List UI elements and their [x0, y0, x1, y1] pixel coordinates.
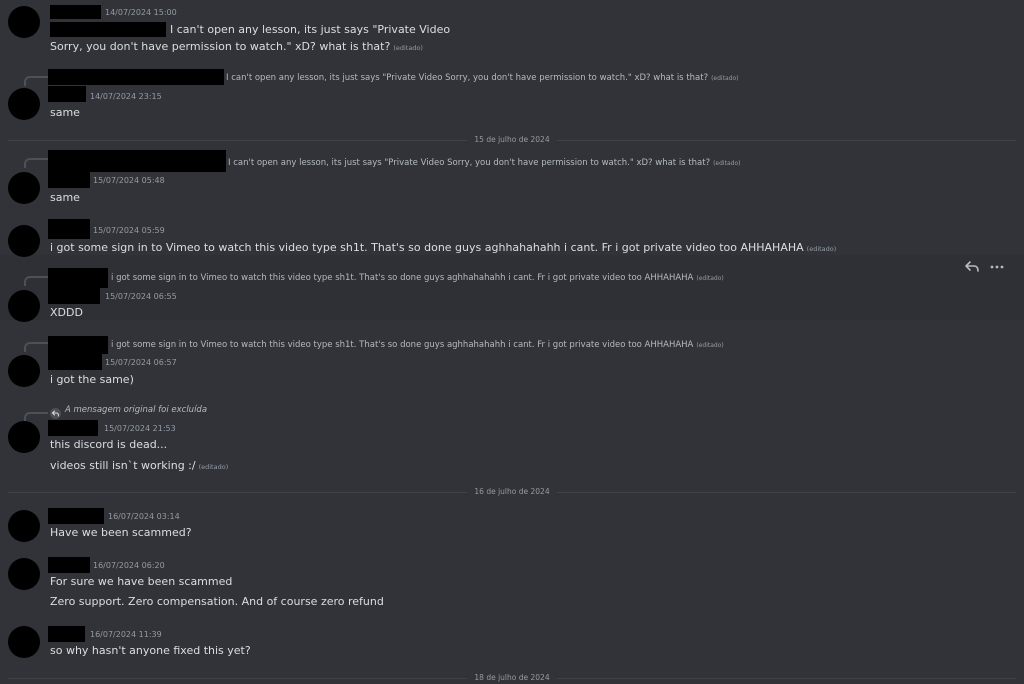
- edited-tag: (editado): [198, 463, 229, 471]
- redacted-username[interactable]: [48, 172, 90, 188]
- reply-preview[interactable]: i got some sign in to Vimeo to watch thi…: [111, 273, 724, 283]
- avatar[interactable]: [8, 6, 40, 38]
- redacted-username[interactable]: [50, 5, 101, 19]
- edited-tag: (editado): [696, 275, 724, 282]
- reply-spine: [24, 76, 48, 86]
- edited-tag: (editado): [711, 75, 739, 82]
- hovered-message-highlight: [0, 255, 1024, 320]
- redacted-reply-author[interactable]: [48, 268, 108, 288]
- edited-tag: (editado): [393, 44, 423, 52]
- message-text: i got the same): [50, 373, 134, 386]
- deleted-reply-notice: A mensagem original foi excluída: [65, 405, 208, 415]
- redacted-text: [50, 22, 166, 37]
- redacted-reply-author[interactable]: [48, 336, 108, 354]
- redacted-username[interactable]: [48, 86, 86, 102]
- redacted-username[interactable]: [48, 508, 104, 524]
- avatar[interactable]: [8, 88, 40, 120]
- message-timestamp: 15/07/2024 06:55: [105, 292, 177, 301]
- reply-preview[interactable]: I can't open any lesson, its just says "…: [226, 73, 738, 83]
- date-divider-label: 16 de julho de 2024: [467, 486, 557, 498]
- reply-preview[interactable]: i got some sign in to Vimeo to watch thi…: [111, 340, 724, 350]
- avatar[interactable]: [8, 510, 40, 542]
- message-timestamp: 16/07/2024 03:14: [108, 512, 180, 521]
- avatar[interactable]: [8, 172, 40, 204]
- message-timestamp: 14/07/2024 15:00: [105, 8, 177, 17]
- message-text: so why hasn't anyone fixed this yet?: [50, 644, 251, 657]
- message-text: For sure we have been scammed: [50, 575, 233, 588]
- message-text: Sorry, you don't have permission to watc…: [50, 40, 423, 53]
- redacted-username[interactable]: [48, 626, 85, 642]
- redacted-username[interactable]: [48, 354, 102, 370]
- avatar[interactable]: [8, 626, 40, 658]
- message-text: Zero support. Zero compensation. And of …: [50, 595, 384, 608]
- message-text: i got some sign in to Vimeo to watch thi…: [50, 241, 837, 254]
- date-divider: 18 de julho de 2024: [8, 672, 1016, 684]
- date-divider: 16 de julho de 2024: [8, 486, 1016, 498]
- message-text: this discord is dead...: [50, 438, 168, 451]
- message-text: XDDD: [50, 306, 83, 319]
- edited-tag: (editado): [696, 342, 724, 349]
- date-divider-label: 18 de julho de 2024: [467, 672, 557, 684]
- redacted-username[interactable]: [48, 219, 90, 239]
- reply-spine: [24, 276, 48, 286]
- message-timestamp: 16/07/2024 11:39: [90, 630, 162, 639]
- reply-icon[interactable]: [964, 259, 980, 279]
- date-divider: 15 de julho de 2024: [8, 134, 1016, 146]
- edited-tag: (editado): [713, 160, 741, 167]
- redacted-reply-author[interactable]: [48, 69, 224, 85]
- message-text: I can't open any lesson, its just says "…: [170, 23, 451, 36]
- message-text: same: [50, 106, 80, 119]
- message-timestamp: 15/07/2024 21:53: [104, 424, 176, 433]
- redacted-username[interactable]: [48, 288, 100, 304]
- reply-spine: [24, 158, 48, 168]
- redacted-username[interactable]: [48, 557, 90, 573]
- redacted-username[interactable]: [48, 420, 98, 436]
- message-timestamp: 16/07/2024 06:20: [93, 561, 165, 570]
- message-text: Have we been scammed?: [50, 526, 192, 539]
- message-timestamp: 15/07/2024 06:57: [105, 358, 177, 367]
- avatar[interactable]: [8, 290, 40, 322]
- message-timestamp: 15/07/2024 05:59: [93, 226, 165, 235]
- message-timestamp: 15/07/2024 05:48: [93, 176, 165, 185]
- date-divider-label: 15 de julho de 2024: [467, 134, 557, 146]
- reply-spine: [24, 342, 48, 352]
- avatar[interactable]: [8, 225, 40, 257]
- message-text: same: [50, 191, 80, 204]
- avatar[interactable]: [8, 421, 40, 453]
- reply-preview[interactable]: I can't open any lesson, its just says "…: [228, 158, 740, 168]
- edited-tag: (editado): [806, 245, 837, 253]
- more-options-icon[interactable]: [989, 261, 1005, 277]
- message-timestamp: 14/07/2024 23:15: [90, 92, 162, 101]
- message-text: videos still isn`t working :/(editado): [50, 459, 229, 472]
- avatar[interactable]: [8, 355, 40, 387]
- redacted-reply-author[interactable]: [48, 150, 226, 172]
- avatar[interactable]: [8, 558, 40, 590]
